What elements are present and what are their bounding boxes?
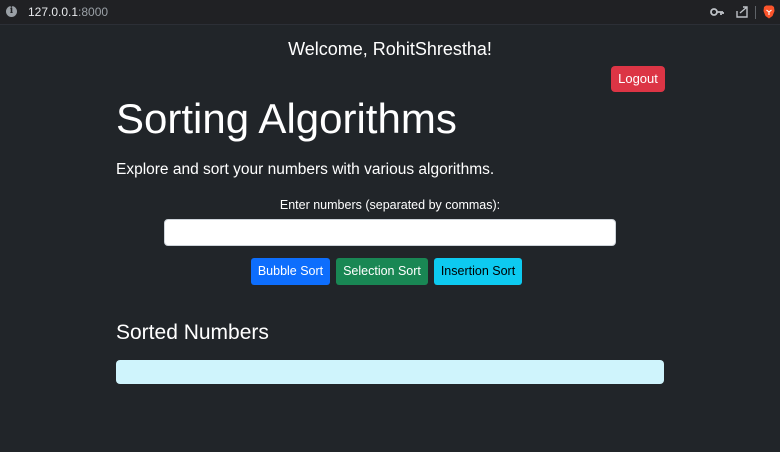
welcome-message: Welcome, RohitShrestha! bbox=[288, 39, 492, 59]
logout-button[interactable]: Logout bbox=[611, 66, 665, 92]
share-icon[interactable] bbox=[735, 4, 749, 20]
sorted-numbers-output bbox=[116, 360, 664, 384]
insertion-sort-button[interactable]: Insertion Sort bbox=[434, 258, 522, 285]
sorted-numbers-heading: Sorted Numbers bbox=[116, 321, 269, 344]
url-port: :8000 bbox=[78, 5, 109, 19]
url-host: 127.0.0.1 bbox=[28, 5, 79, 19]
page-subtitle: Explore and sort your numbers with vario… bbox=[116, 161, 495, 178]
page-title: Sorting Algorithms bbox=[116, 95, 457, 142]
browser-toolbar: i 127.0.0.1:8000 bbox=[0, 0, 780, 25]
address-bar[interactable]: 127.0.0.1:8000 bbox=[28, 5, 108, 19]
selection-sort-button[interactable]: Selection Sort bbox=[336, 258, 428, 285]
numbers-input[interactable] bbox=[164, 219, 616, 246]
brave-lion-icon[interactable] bbox=[763, 5, 775, 19]
bubble-sort-button[interactable]: Bubble Sort bbox=[251, 258, 330, 285]
key-icon[interactable] bbox=[710, 4, 724, 20]
info-icon[interactable]: i bbox=[6, 6, 17, 17]
numbers-input-label: Enter numbers (separated by commas): bbox=[279, 198, 501, 212]
toolbar-divider bbox=[755, 6, 756, 19]
